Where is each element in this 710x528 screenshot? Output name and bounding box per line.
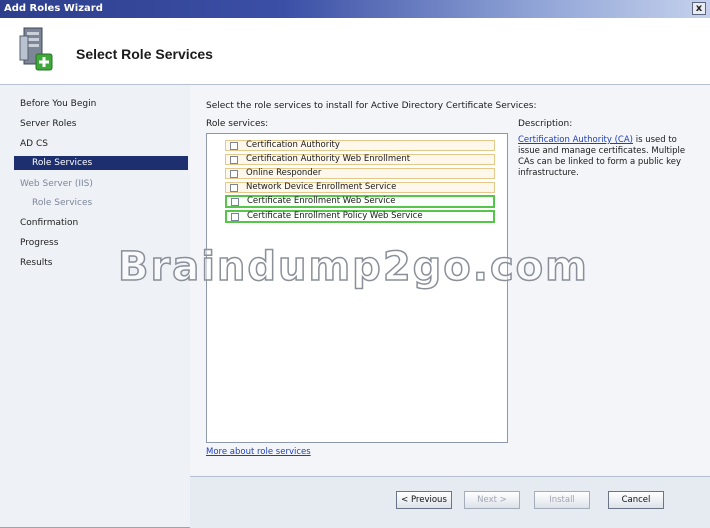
role-service-label: Certificate Enrollment Web Service: [247, 196, 396, 206]
ca-description-link[interactable]: Certification Authority (CA): [518, 135, 633, 145]
add-roles-wizard-window: Add Roles Wizard x Select Role Services …: [0, 0, 710, 528]
window-title: Add Roles Wizard: [4, 3, 103, 14]
role-service-item[interactable]: Certification Authority Web Enrollment: [225, 154, 495, 165]
previous-button[interactable]: < Previous: [396, 491, 452, 509]
nav-item-results[interactable]: Results: [20, 256, 53, 270]
checkbox[interactable]: [230, 142, 238, 150]
close-button[interactable]: x: [692, 2, 706, 15]
nav-item-web-server-iis[interactable]: Web Server (IIS): [20, 177, 93, 191]
instruction-text: Select the role services to install for …: [206, 101, 537, 111]
role-service-item[interactable]: Certificate Enrollment Web Service: [225, 195, 495, 208]
role-service-label: Certification Authority: [246, 140, 340, 150]
description-panel: Certification Authority (CA) is used to …: [518, 135, 694, 179]
role-service-item[interactable]: Online Responder: [225, 168, 495, 179]
description-label: Description:: [518, 119, 573, 129]
role-service-label: Online Responder: [246, 168, 322, 178]
wizard-header: Select Role Services: [0, 18, 710, 85]
title-bar[interactable]: Add Roles Wizard x: [0, 0, 710, 18]
role-service-item[interactable]: Certificate Enrollment Policy Web Servic…: [225, 210, 495, 223]
role-service-label: Certification Authority Web Enrollment: [246, 154, 411, 164]
page-title: Select Role Services: [76, 46, 213, 62]
wizard-steps-nav: Before You Begin Server Roles AD CS Role…: [0, 85, 190, 527]
more-about-role-services-link[interactable]: More about role services: [206, 447, 311, 457]
main-content: Select the role services to install for …: [190, 85, 710, 475]
role-service-label: Network Device Enrollment Service: [246, 182, 397, 192]
nav-item-server-roles[interactable]: Server Roles: [20, 117, 76, 131]
role-service-item[interactable]: Certification Authority: [225, 140, 495, 151]
checkbox[interactable]: [230, 170, 238, 178]
checkbox[interactable]: [231, 213, 239, 221]
role-services-label: Role services:: [206, 119, 269, 129]
nav-item-ad-cs[interactable]: AD CS: [20, 137, 48, 151]
checkbox[interactable]: [230, 184, 238, 192]
server-roles-icon: [19, 27, 53, 71]
next-button[interactable]: Next >: [464, 491, 520, 509]
nav-item-iis-role-services[interactable]: Role Services: [32, 196, 92, 210]
install-button[interactable]: Install: [534, 491, 590, 509]
role-services-list[interactable]: Certification Authority Certification Au…: [206, 133, 508, 443]
role-service-label: Certificate Enrollment Policy Web Servic…: [247, 211, 423, 221]
wizard-footer: < Previous Next > Install Cancel: [190, 476, 710, 528]
cancel-button[interactable]: Cancel: [608, 491, 664, 509]
nav-item-confirmation[interactable]: Confirmation: [20, 216, 78, 230]
role-service-item[interactable]: Network Device Enrollment Service: [225, 182, 495, 193]
nav-item-role-services-selected[interactable]: Role Services: [14, 156, 188, 170]
checkbox[interactable]: [230, 156, 238, 164]
checkbox[interactable]: [231, 198, 239, 206]
nav-item-progress[interactable]: Progress: [20, 236, 58, 250]
nav-item-before-you-begin[interactable]: Before You Begin: [20, 97, 96, 111]
